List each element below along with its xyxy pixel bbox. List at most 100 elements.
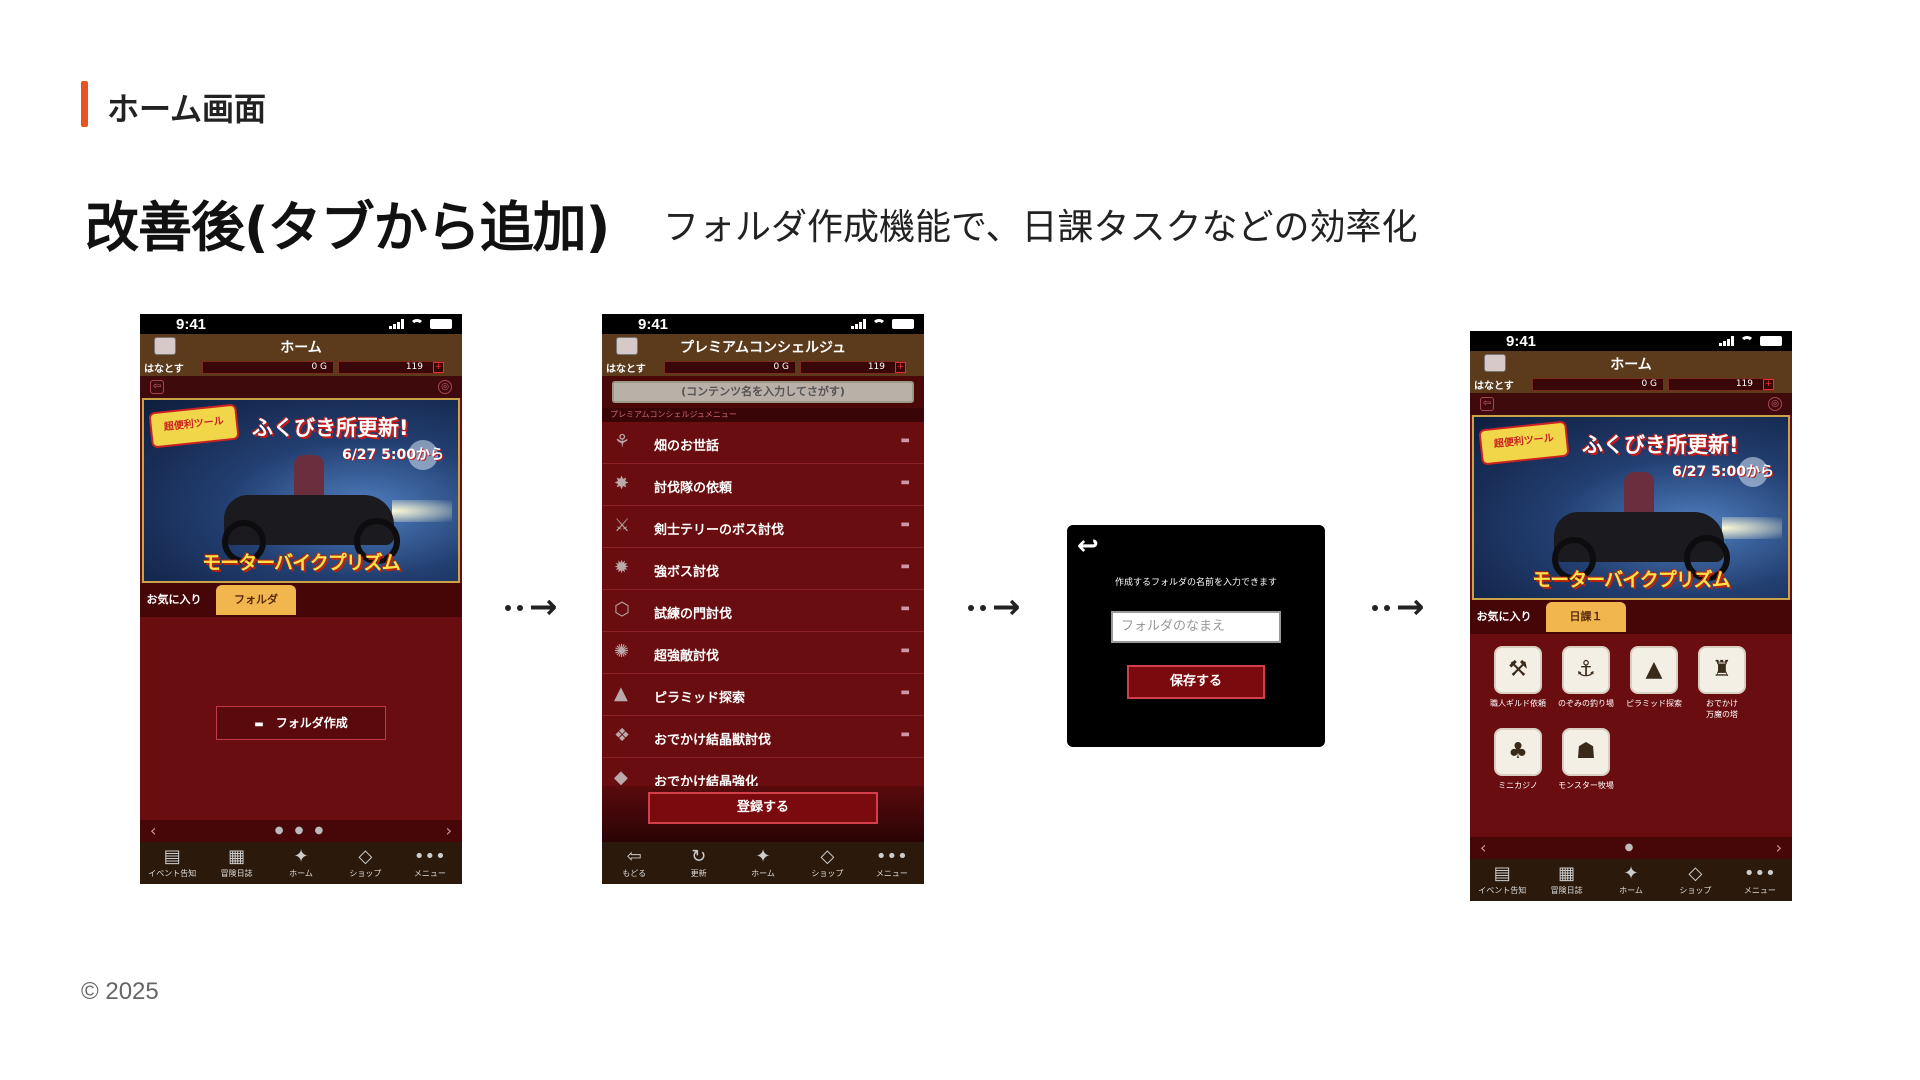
list-item[interactable]: ▲ ピラミッド探索 ▬	[602, 674, 924, 716]
tabbar-menu[interactable]: ••• メニュー	[1728, 859, 1792, 901]
folder-create-label: フォルダ作成	[275, 716, 348, 730]
shortcut-guild[interactable]: ⚒ 職人ギルド依頼	[1484, 646, 1552, 720]
banner-name: モーターバイクプリズム	[1532, 569, 1730, 591]
tabbar-event[interactable]: ▤ イベント告知	[1470, 859, 1534, 901]
folder-create-button[interactable]: ▬ フォルダ作成	[216, 706, 386, 740]
wifi-icon	[410, 319, 424, 329]
search-bar: (コンテンツ名を入力してさがす)	[602, 376, 924, 408]
tab-daily-1[interactable]: 日課１	[1546, 602, 1626, 632]
list-item-label: 超強敵討伐	[654, 649, 720, 664]
battery-icon	[430, 319, 452, 329]
user-name: はなとす	[606, 364, 646, 375]
subtitle: フォルダ作成機能で、日課タスクなどの効率化	[663, 207, 1418, 248]
tabbar-shop[interactable]: ◇ ショップ	[1663, 859, 1727, 901]
add-coins-button[interactable]: +	[1763, 379, 1774, 390]
list-item[interactable]: ⬡ 試練の門討伐 ▬	[602, 590, 924, 632]
shortcut-label: モンスター牧場	[1558, 781, 1614, 790]
bottom-tabbar: ▤ イベント告知 ▦ 冒険日誌 ✦ ホーム ◇ ショップ ••• メニュー	[140, 842, 462, 884]
shortcut-label: 職人ギルド依頼	[1490, 699, 1546, 708]
shortcut-monster-ranch[interactable]: ☗ モンスター牧場	[1552, 728, 1620, 791]
shortcut-area: ⚒ 職人ギルド依頼 ⚓ のぞみの釣り場 ▲ ピラミッド探索 ♜ おでかけ 万魔の塔 ♣ ミ…	[1470, 636, 1792, 816]
status-time: 9:41	[176, 315, 207, 333]
farm-icon: ⚘	[614, 431, 631, 452]
chevron-right-icon[interactable]: ›	[1776, 838, 1782, 857]
folder-icon[interactable]: ▬	[901, 477, 910, 488]
phone-home-before: 9:41 ホーム はなとす 0 G 119 + ⇦ ◎ 超便利ツール ふくびき所…	[140, 314, 462, 884]
tabbar-shop[interactable]: ◇ ショップ	[333, 842, 397, 884]
banner-name: モーターバイクプリズム	[202, 552, 400, 574]
tabbar-home[interactable]: ✦ ホーム	[269, 842, 333, 884]
shortcut-casino[interactable]: ♣ ミニカジノ	[1484, 728, 1552, 791]
tab-favorites[interactable]: お気に入り	[1474, 602, 1534, 632]
tabbar-diary[interactable]: ▦ 冒険日誌	[1534, 859, 1598, 901]
wifi-icon	[872, 319, 886, 329]
list-item-label: 試練の門討伐	[654, 607, 733, 622]
list-item[interactable]: ◆ おでかけ結晶強化	[602, 758, 924, 790]
chevron-right-icon[interactable]: ›	[446, 821, 452, 840]
pager: ‹ ● ›	[1470, 837, 1792, 859]
search-input[interactable]: (コンテンツ名を入力してさがす)	[612, 381, 914, 403]
tabbar-menu[interactable]: ••• メニュー	[860, 842, 924, 884]
diary-icon: ▦	[228, 846, 246, 867]
save-button[interactable]: 保存する	[1127, 665, 1265, 699]
event-banner[interactable]: 超便利ツール ふくびき所更新! 6/27 5:00から モーターバイクプリズム	[1472, 415, 1790, 600]
return-icon[interactable]: ↩	[1077, 531, 1099, 561]
event-banner[interactable]: 超便利ツール ふくびき所更新! 6/27 5:00から モーターバイクプリズム	[142, 398, 460, 583]
folder-icon[interactable]: ▬	[901, 729, 910, 740]
crystal-icon: ◆	[614, 767, 628, 788]
folder-icon[interactable]: ▬	[901, 519, 910, 530]
list-item-label: 畑のお世話	[654, 439, 720, 454]
boss-icon: ✹	[614, 557, 630, 578]
folder-icon[interactable]: ▬	[901, 435, 910, 446]
tabbar-label: もどる	[622, 869, 647, 878]
folder-icon[interactable]: ▬	[901, 645, 910, 656]
tabbar-back[interactable]: ⇦ もどる	[602, 842, 666, 884]
tabbar-refresh[interactable]: ↻ 更新	[666, 842, 730, 884]
monster-ranch-icon: ☗	[1562, 728, 1610, 776]
tabbar-home[interactable]: ✦ ホーム	[731, 842, 795, 884]
folder-icon[interactable]: ▬	[901, 687, 910, 698]
shortcut-fishing[interactable]: ⚓ のぞみの釣り場	[1552, 646, 1620, 720]
strong-enemy-icon: ✺	[614, 641, 630, 662]
copyright: © 2025	[81, 978, 159, 1005]
event-icon: ▤	[163, 846, 181, 867]
list-item-label: 強ボス討伐	[654, 565, 720, 580]
scroll-icon[interactable]: ◎	[1768, 397, 1782, 411]
shortcut-label: のぞみの釣り場	[1558, 699, 1614, 708]
tabbar-home[interactable]: ✦ ホーム	[1599, 859, 1663, 901]
fishing-icon: ⚓	[1562, 646, 1610, 694]
add-coins-button[interactable]: +	[433, 362, 444, 373]
list-item[interactable]: ✸ 討伐隊の依頼 ▬	[602, 464, 924, 506]
tabbar-event[interactable]: ▤ イベント告知	[140, 842, 204, 884]
tabbar-menu[interactable]: ••• メニュー	[398, 842, 462, 884]
tab-folder[interactable]: フォルダ	[216, 585, 296, 615]
folder-icon[interactable]: ▬	[901, 561, 910, 572]
monster-icon: ✸	[614, 473, 630, 494]
list-item[interactable]: ⚔ 剣士テリーのボス討伐 ▬	[602, 506, 924, 548]
signal-icon	[851, 319, 866, 329]
shortcut-tower[interactable]: ♜ おでかけ 万魔の塔	[1688, 646, 1756, 720]
gold-counter: 0 G	[202, 361, 334, 374]
tabbar-diary[interactable]: ▦ 冒険日誌	[204, 842, 268, 884]
back-icon[interactable]: ⇦	[1480, 397, 1494, 411]
back-icon[interactable]: ⇦	[150, 380, 164, 394]
add-coins-button[interactable]: +	[895, 362, 906, 373]
tabbar-label: ホーム	[289, 869, 313, 878]
guild-icon: ⚒	[1494, 646, 1542, 694]
phone-concierge: 9:41 プレミアムコンシェルジュ はなとす 0 G 119 + (コンテンツ名…	[602, 314, 924, 884]
tabbar-label: ホーム	[751, 869, 775, 878]
list-item-label: 剣士テリーのボス討伐	[654, 523, 785, 538]
list-item[interactable]: ✺ 超強敵討伐 ▬	[602, 632, 924, 674]
list-item[interactable]: ✹ 強ボス討伐 ▬	[602, 548, 924, 590]
tabbar-shop[interactable]: ◇ ショップ	[795, 842, 859, 884]
list-item[interactable]: ⚘ 畑のお世話 ▬	[602, 422, 924, 464]
list-item[interactable]: ❖ おでかけ結晶獣討伐 ▬	[602, 716, 924, 758]
register-button[interactable]: 登録する	[648, 792, 878, 824]
home-icon: ✦	[293, 846, 309, 867]
user-name: はなとす	[144, 364, 184, 375]
scroll-icon[interactable]: ◎	[438, 380, 452, 394]
folder-icon[interactable]: ▬	[901, 603, 910, 614]
folder-name-input[interactable]: フォルダのなまえ	[1111, 611, 1281, 643]
shortcut-pyramid[interactable]: ▲ ピラミッド探索	[1620, 646, 1688, 720]
tab-favorites[interactable]: お気に入り	[144, 585, 204, 615]
